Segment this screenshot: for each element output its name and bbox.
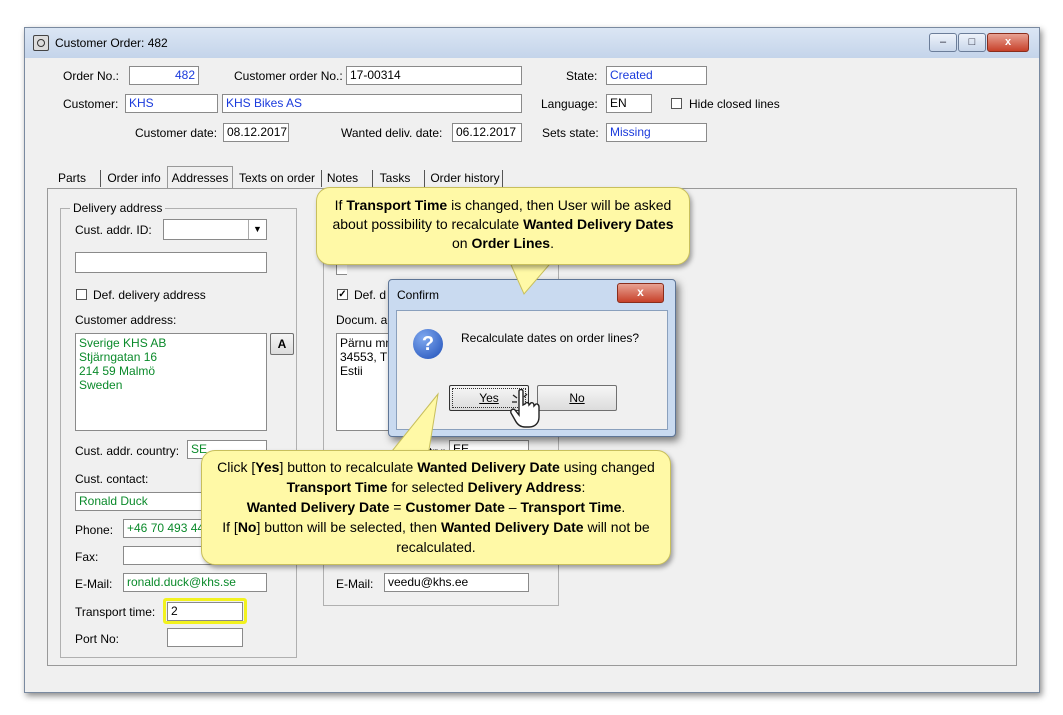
- def-delivery-address-label: Def. delivery address: [93, 288, 206, 302]
- customer-date-label: Customer date:: [135, 126, 218, 140]
- order-no-field[interactable]: 482: [129, 66, 199, 85]
- app-icon: [33, 35, 49, 51]
- delivery-address-title: Delivery address: [70, 201, 166, 215]
- cust-addr-id-select[interactable]: ▼: [163, 219, 267, 240]
- callout-text: ] button to recalculate: [279, 459, 418, 475]
- title-bar[interactable]: Customer Order: 482 – □ x: [25, 28, 1039, 58]
- callout-bold: Wanted Delivery Date: [246, 499, 390, 515]
- chevron-down-icon[interactable]: ▼: [248, 220, 266, 239]
- tab-separator: [502, 170, 503, 187]
- callout-text: for selected: [387, 479, 468, 495]
- tab-separator: [100, 170, 101, 187]
- cust-addr-id-label: Cust. addr. ID:: [75, 223, 152, 237]
- document-address-label: Docum. a: [336, 313, 388, 327]
- customer-address-textarea[interactable]: Sverige KHS AB Stjärngatan 16 214 59 Mal…: [75, 333, 267, 431]
- callout-transport-time: If Transport Time is changed, then User …: [316, 187, 690, 265]
- cust-contact-label: Cust. contact:: [75, 472, 149, 486]
- state-field[interactable]: Created: [606, 66, 707, 85]
- tab-separator: [372, 170, 373, 187]
- phone-label: Phone:: [75, 523, 114, 537]
- dialog-title: Confirm: [397, 288, 440, 302]
- tab-parts[interactable]: Parts: [55, 169, 89, 188]
- def-delivery-address-checkbox[interactable]: [76, 289, 87, 300]
- question-icon: ?: [413, 329, 443, 359]
- window-title: Customer Order: 482: [55, 36, 168, 50]
- hide-closed-lines-checkbox[interactable]: [671, 98, 682, 109]
- tab-separator: [321, 170, 322, 187]
- dialog-message: Recalculate dates on order lines?: [461, 331, 640, 345]
- customer-order-no-field[interactable]: 17-00314: [346, 66, 522, 85]
- wanted-deliv-date-field[interactable]: 06.12.2017: [452, 123, 522, 142]
- customer-name-field[interactable]: KHS Bikes AS: [222, 94, 522, 113]
- callout-yes-no: Click [Yes] button to recalculate Wanted…: [201, 450, 671, 565]
- email-field[interactable]: ronald.duck@khs.se: [123, 573, 267, 592]
- tab-tasks[interactable]: Tasks: [377, 169, 413, 188]
- document-email-label: E-Mail:: [336, 577, 374, 591]
- hand-cursor-icon: [510, 389, 540, 428]
- close-button[interactable]: x: [987, 33, 1029, 52]
- callout-text: using changed: [559, 459, 655, 475]
- wanted-deliv-date-label: Wanted deliv. date:: [341, 126, 443, 140]
- language-field[interactable]: EN: [606, 94, 652, 113]
- language-label: Language:: [541, 97, 598, 111]
- sets-state-field[interactable]: Missing: [606, 123, 707, 142]
- customer-order-no-label: Customer order No.:: [234, 69, 343, 83]
- callout-bold: Yes: [255, 459, 280, 475]
- order-no-label: Order No.:: [63, 69, 120, 83]
- tab-addresses[interactable]: Addresses: [167, 166, 233, 189]
- callout-text: .: [621, 499, 626, 515]
- callout-bold: Customer Date: [405, 499, 505, 515]
- address-line: 214 59 Malmö: [79, 364, 156, 378]
- transport-time-label: Transport time:: [75, 605, 156, 619]
- callout-bold: Transport Time: [286, 479, 388, 495]
- tab-texts-on-order[interactable]: Texts on order: [236, 169, 318, 188]
- callout-bold: Transport Time: [520, 499, 622, 515]
- callout-bold: No: [237, 519, 257, 535]
- dialog-close-button[interactable]: x: [617, 283, 664, 303]
- callout-bold: Transport Time: [346, 197, 448, 213]
- customer-label: Customer:: [63, 97, 119, 111]
- customer-date-field[interactable]: 08.12.2017: [223, 123, 289, 142]
- callout-bold: Wanted Delivery Dates: [523, 216, 674, 232]
- callout-text: If [: [222, 519, 238, 535]
- transport-time-field[interactable]: 2: [167, 602, 243, 621]
- address-line: Stjärngatan 16: [79, 350, 158, 364]
- sets-state-label: Sets state:: [542, 126, 599, 140]
- tab-separator: [424, 170, 425, 187]
- tab-order-info[interactable]: Order info: [105, 169, 163, 188]
- callout-bold: Order Lines: [471, 235, 551, 251]
- minimize-button[interactable]: –: [929, 33, 957, 52]
- email-label: E-Mail:: [75, 577, 113, 591]
- cust-addr-id-name-field[interactable]: [75, 252, 267, 273]
- callout-bold: Wanted Delivery Date: [440, 519, 584, 535]
- address-line: Sverige KHS AB: [79, 336, 167, 350]
- def-document-address-label: Def. d: [354, 288, 387, 302]
- callout-text: –: [504, 499, 521, 515]
- address-line: Sweden: [79, 378, 123, 392]
- address-book-button[interactable]: A: [270, 333, 294, 355]
- port-no-field[interactable]: [167, 628, 243, 647]
- cust-addr-country-label: Cust. addr. country:: [75, 444, 180, 458]
- tab-notes[interactable]: Notes: [324, 169, 361, 188]
- callout-text: ] button will be selected, then: [256, 519, 441, 535]
- callout-text: .: [550, 235, 554, 251]
- maximize-button[interactable]: □: [958, 33, 986, 52]
- state-label: State:: [566, 69, 598, 83]
- callout-text: Click [: [217, 459, 256, 475]
- callout-text: :: [581, 479, 586, 495]
- def-document-address-checkbox[interactable]: ✓: [337, 289, 348, 300]
- no-button[interactable]: No: [537, 385, 617, 411]
- fax-label: Fax:: [75, 550, 99, 564]
- callout-text: If: [334, 197, 347, 213]
- customer-address-label: Customer address:: [75, 313, 177, 327]
- callout-text: =: [389, 499, 406, 515]
- document-email-field[interactable]: veedu@khs.ee: [384, 573, 529, 592]
- callout-bold: Wanted Delivery Date: [417, 459, 560, 475]
- port-no-label: Port No:: [75, 632, 120, 646]
- callout-bold: Delivery Address: [467, 479, 582, 495]
- customer-code-field[interactable]: KHS: [125, 94, 218, 113]
- hide-closed-lines-label: Hide closed lines: [689, 97, 780, 111]
- callout-text: on: [452, 235, 472, 251]
- tab-order-history[interactable]: Order history: [429, 169, 501, 188]
